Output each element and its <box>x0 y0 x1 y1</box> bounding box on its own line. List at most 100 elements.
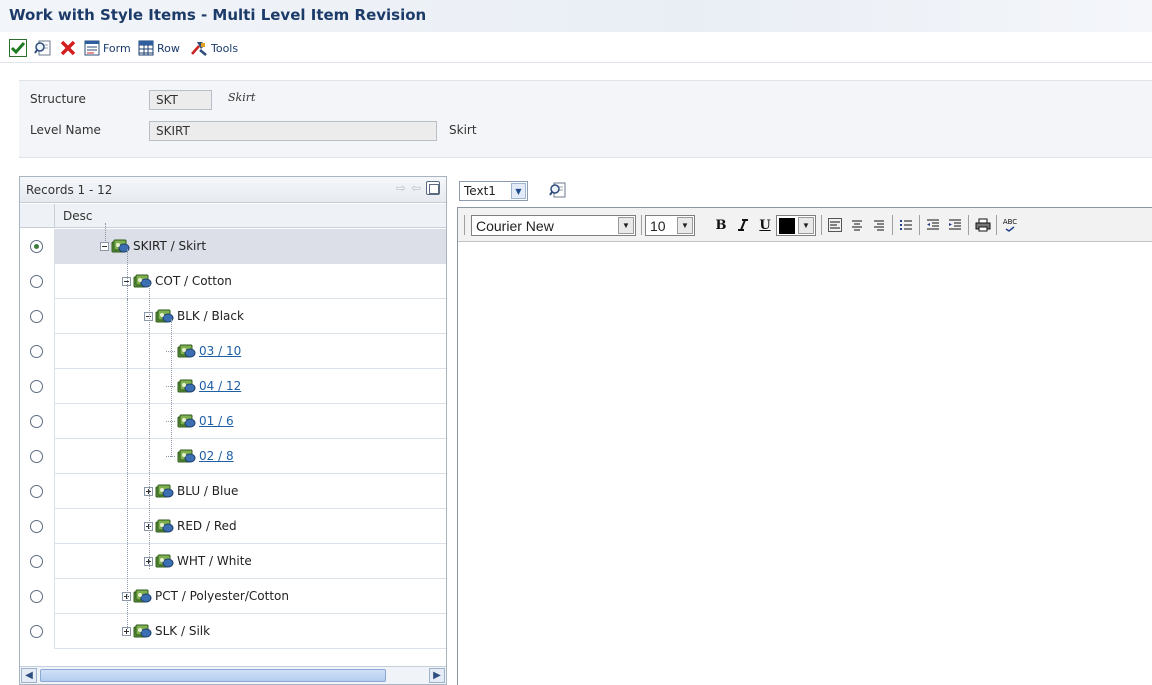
tree-node: WHT / White <box>144 554 252 568</box>
table-row[interactable]: BLK / Black <box>20 299 446 334</box>
row-icon <box>138 40 154 56</box>
tree-guide-line <box>127 299 128 629</box>
row-select-radio[interactable] <box>30 555 43 568</box>
print-button[interactable] <box>974 216 992 234</box>
row-menu[interactable]: Row <box>138 38 180 58</box>
title-bar: Work with Style Items - Multi Level Item… <box>0 0 1152 32</box>
structure-description: Skirt <box>228 91 256 104</box>
row-select-radio[interactable] <box>30 485 43 498</box>
table-row[interactable]: COT / Cotton <box>20 264 446 299</box>
check-icon[interactable] <box>8 38 28 58</box>
find-icon[interactable] <box>548 180 568 200</box>
chevron-down-icon[interactable]: ▼ <box>511 183 526 199</box>
row-select-radio[interactable] <box>30 240 43 253</box>
structure-field[interactable]: SKT <box>149 90 212 110</box>
table-row[interactable]: BLU / Blue <box>20 474 446 509</box>
increase-indent-icon <box>949 219 961 230</box>
row-menu-label: Row <box>157 41 180 55</box>
row-select-radio[interactable] <box>30 415 43 428</box>
rich-text-editor: Courier New ▼ 10 ▼ B U ▼ ABC <box>457 207 1152 685</box>
row-select-radio[interactable] <box>30 520 43 533</box>
row-select-radio[interactable] <box>30 625 43 638</box>
previous-arrow-icon[interactable]: ⇦ <box>411 181 421 195</box>
close-icon[interactable] <box>58 38 78 58</box>
row-select-cell <box>20 334 55 369</box>
select-column-header <box>20 204 55 228</box>
align-center-button[interactable] <box>848 216 866 234</box>
row-select-radio[interactable] <box>30 345 43 358</box>
scroll-thumb[interactable] <box>40 669 386 682</box>
item-node-icon <box>155 309 175 323</box>
decrease-indent-button[interactable] <box>924 216 942 234</box>
item-node-icon <box>155 554 175 568</box>
table-row[interactable]: SKIRT / Skirt <box>20 229 446 264</box>
horizontal-scrollbar[interactable]: ◀ ▶ <box>20 666 446 684</box>
form-menu-label: Form <box>103 41 131 55</box>
align-left-icon <box>828 218 842 232</box>
table-row[interactable]: WHT / White <box>20 544 446 579</box>
align-right-icon <box>874 220 884 231</box>
row-select-radio[interactable] <box>30 590 43 603</box>
level-name-description: Skirt <box>449 123 477 137</box>
item-node-icon <box>133 624 153 638</box>
align-right-button[interactable] <box>870 216 888 234</box>
desc-column-header[interactable]: Desc <box>63 209 92 223</box>
column-header: Desc <box>20 204 446 228</box>
italic-button[interactable] <box>734 216 752 234</box>
next-arrow-icon[interactable]: ⇨ <box>396 181 406 195</box>
row-select-radio[interactable] <box>30 310 43 323</box>
increase-indent-button[interactable] <box>946 216 964 234</box>
table-row[interactable]: 04 / 12 <box>20 369 446 404</box>
tree-node-link[interactable]: 03 / 10 <box>199 344 241 358</box>
table-row[interactable]: PCT / Polyester/Cotton <box>20 579 446 614</box>
scroll-left-icon[interactable]: ◀ <box>21 668 37 683</box>
font-color-select[interactable]: ▼ <box>776 215 816 236</box>
tree-node-link[interactable]: 04 / 12 <box>199 379 241 393</box>
chevron-down-icon[interactable]: ▼ <box>618 217 634 234</box>
table-row[interactable]: RED / Red <box>20 509 446 544</box>
row-select-cell <box>20 439 55 474</box>
tree-guide-line <box>105 223 106 241</box>
editor-text-area[interactable] <box>458 243 1152 685</box>
tree-node-link[interactable]: 02 / 8 <box>199 449 234 463</box>
chevron-down-icon[interactable]: ▼ <box>798 217 814 234</box>
editor-toolbar: Courier New ▼ 10 ▼ B U ▼ ABC <box>458 208 1152 242</box>
row-select-cell <box>20 579 55 614</box>
scroll-right-icon[interactable]: ▶ <box>429 668 445 683</box>
underline-button[interactable]: U <box>756 216 774 234</box>
level-name-field[interactable]: SKIRT <box>149 121 437 141</box>
tree-node-label: SKIRT / Skirt <box>133 239 207 253</box>
row-select-radio[interactable] <box>30 450 43 463</box>
spell-check-button[interactable]: ABC <box>1001 216 1019 234</box>
tree-node-link[interactable]: 01 / 6 <box>199 414 234 428</box>
align-left-button[interactable] <box>826 216 844 234</box>
bold-button[interactable]: B <box>712 216 730 234</box>
font-size-select[interactable]: 10 ▼ <box>645 215 695 236</box>
table-row[interactable]: 01 / 6 <box>20 404 446 439</box>
tree-node-label: RED / Red <box>177 519 237 533</box>
tree-node-label: BLK / Black <box>177 309 244 323</box>
text-item-select[interactable]: Text1 ▼ <box>459 181 528 201</box>
row-select-radio[interactable] <box>30 275 43 288</box>
row-select-radio[interactable] <box>30 380 43 393</box>
bullet-list-button[interactable] <box>897 216 915 234</box>
item-node-icon <box>177 449 197 463</box>
maximize-grid-icon[interactable] <box>426 181 440 195</box>
item-node-icon <box>177 344 197 358</box>
font-family-select[interactable]: Courier New ▼ <box>471 215 636 236</box>
table-row[interactable]: SLK / Silk <box>20 614 446 649</box>
collapse-icon[interactable] <box>100 241 109 251</box>
find-icon[interactable] <box>33 38 53 58</box>
color-swatch <box>779 217 795 234</box>
chevron-down-icon[interactable]: ▼ <box>677 217 693 234</box>
tree-node: 01 / 6 <box>166 414 234 428</box>
tools-menu[interactable]: Tools <box>190 38 238 58</box>
separator <box>464 215 465 235</box>
records-grid: Records 1 - 12 ⇨ ⇦ Desc SKIRT / Skirt COT… <box>19 176 447 685</box>
table-row[interactable]: 02 / 8 <box>20 439 446 474</box>
form-menu[interactable]: Form <box>84 38 131 58</box>
tree-node: COT / Cotton <box>122 274 232 288</box>
font-size-value: 10 <box>650 217 666 234</box>
separator <box>919 215 920 235</box>
table-row[interactable]: 03 / 10 <box>20 334 446 369</box>
